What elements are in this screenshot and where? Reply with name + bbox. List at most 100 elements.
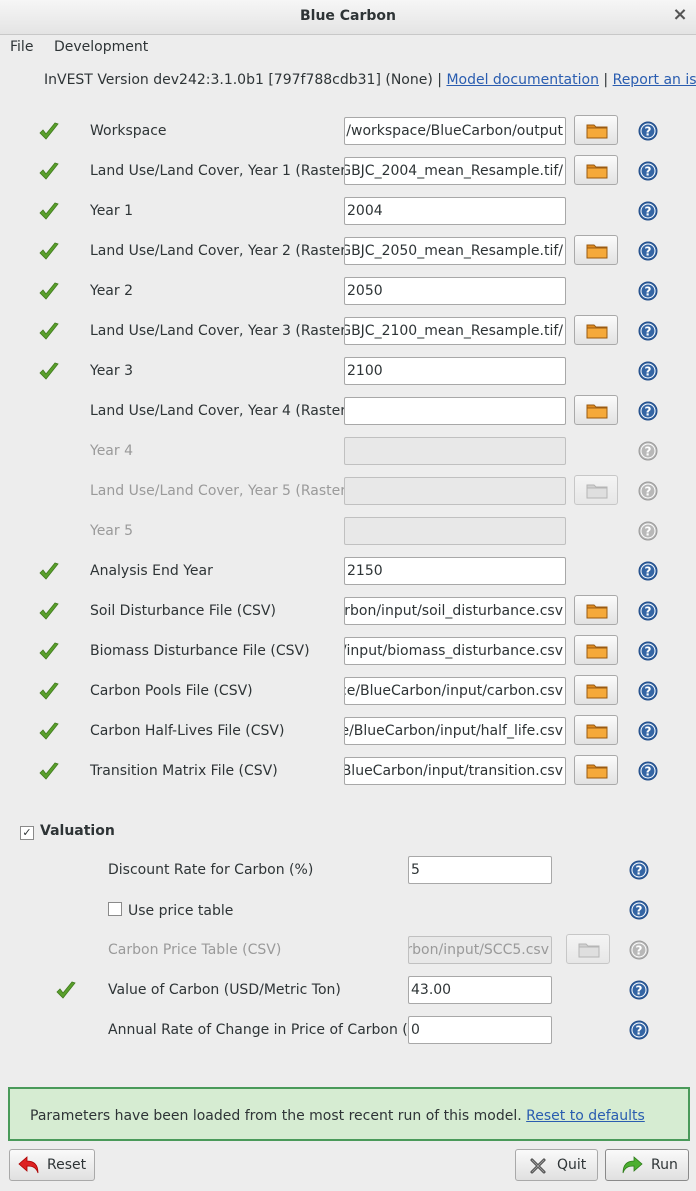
folder-icon[interactable] <box>574 235 618 265</box>
valuation-checkbox[interactable]: ✓ <box>20 826 34 840</box>
field-input[interactable]: ce/BlueCarbon/input/half_life.csv <box>344 717 566 745</box>
valid-check-icon <box>38 121 60 143</box>
report-issue-link[interactable]: Report an issue <box>613 72 696 88</box>
valid-check-icon <box>38 321 60 343</box>
folder-icon[interactable] <box>574 315 618 345</box>
field-input[interactable]: 2004 <box>344 197 566 225</box>
folder-icon[interactable] <box>574 755 618 785</box>
field-label: Workspace <box>90 123 167 139</box>
status-banner: Parameters have been loaded from the mos… <box>8 1087 690 1141</box>
svg-text:?: ? <box>645 645 652 659</box>
help-icon[interactable]: ? <box>629 1020 649 1040</box>
field-input[interactable]: on/input/biomass_disturbance.csv <box>344 637 566 665</box>
svg-text:?: ? <box>645 285 652 299</box>
field-input[interactable] <box>344 397 566 425</box>
status-text: Parameters have been loaded from the mos… <box>30 1108 522 1124</box>
field-label: Land Use/Land Cover, Year 1 (Raster) <box>90 163 352 179</box>
help-icon[interactable]: ? <box>638 361 658 381</box>
svg-text:?: ? <box>645 525 652 539</box>
help-icon[interactable]: ? <box>638 201 658 221</box>
help-icon[interactable]: ? <box>638 641 658 661</box>
form-row: Year 1 2004? <box>0 196 696 228</box>
help-icon[interactable]: ? <box>638 601 658 621</box>
version-separator: | <box>603 72 609 88</box>
folder-icon[interactable] <box>574 715 618 745</box>
field-input[interactable]: 2150 <box>344 557 566 585</box>
folder-icon[interactable] <box>574 635 618 665</box>
form-row: Biomass Disturbance File (CSV) on/input/b… <box>0 635 696 668</box>
discount-rate-input[interactable]: 5 <box>408 856 552 884</box>
menu-file[interactable]: File <box>10 39 33 55</box>
quit-button[interactable]: Quit <box>515 1149 598 1181</box>
help-icon[interactable]: ? <box>638 761 658 781</box>
help-icon[interactable]: ? <box>638 281 658 301</box>
svg-text:?: ? <box>645 605 652 619</box>
use-price-table-toggle[interactable]: Use price table <box>108 902 233 919</box>
carbon-price-table-label: Carbon Price Table (CSV) <box>108 942 282 958</box>
field-input[interactable]: /GBJC_2004_mean_Resample.tif <box>344 157 566 185</box>
form-row: Land Use/Land Cover, Year 2 (Raster)/GBJ… <box>0 235 696 268</box>
help-icon: ? <box>638 481 658 501</box>
help-icon: ? <box>629 940 649 960</box>
folder-icon[interactable] <box>574 395 618 425</box>
field-input[interactable]: ace/BlueCarbon/input/carbon.csv <box>344 677 566 705</box>
close-x-icon <box>530 1158 546 1174</box>
field-input[interactable]: Carbon/input/soil_disturbance.csv <box>344 597 566 625</box>
help-icon[interactable]: ? <box>629 860 649 880</box>
field-input[interactable]: /GBJC_2050_mean_Resample.tif <box>344 237 566 265</box>
valid-check-icon <box>38 601 60 623</box>
value-of-carbon-input[interactable]: 43.00 <box>408 976 552 1004</box>
version-text: InVEST Version dev242:3.1.0b1 [797f788cd… <box>44 72 442 88</box>
folder-icon[interactable] <box>574 155 618 185</box>
svg-text:?: ? <box>636 1024 643 1038</box>
version-line: InVEST Version dev242:3.1.0b1 [797f788cd… <box>44 72 696 88</box>
field-input[interactable]: 2050 <box>344 277 566 305</box>
help-icon[interactable]: ? <box>638 681 658 701</box>
reset-to-defaults-link[interactable]: Reset to defaults <box>526 1108 645 1124</box>
help-icon[interactable]: ? <box>638 241 658 261</box>
run-button-label: Run <box>651 1157 678 1173</box>
reset-button[interactable]: Reset <box>9 1149 95 1181</box>
svg-text:?: ? <box>636 904 643 918</box>
help-icon[interactable]: ? <box>638 721 658 741</box>
discount-rate-row: Discount Rate for Carbon (%) 5 ? <box>0 855 696 887</box>
help-icon[interactable]: ? <box>629 900 649 920</box>
field-input[interactable]: /GBJC_2100_mean_Resample.tif <box>344 317 566 345</box>
folder-icon[interactable] <box>574 595 618 625</box>
form-row: Year 5? <box>0 516 696 548</box>
svg-text:?: ? <box>645 485 652 499</box>
help-icon[interactable]: ? <box>638 401 658 421</box>
model-documentation-link[interactable]: Model documentation <box>446 72 599 88</box>
use-price-table-checkbox[interactable] <box>108 902 122 916</box>
form-row: Land Use/Land Cover, Year 5 (Raster)? <box>0 475 696 508</box>
help-icon[interactable]: ? <box>638 121 658 141</box>
field-input[interactable]: 2100 <box>344 357 566 385</box>
undo-arrow-icon <box>18 1156 39 1174</box>
field-label: Land Use/Land Cover, Year 3 (Raster) <box>90 323 352 339</box>
field-input[interactable]: ll/workspace/BlueCarbon/output <box>344 117 566 145</box>
field-label: Year 3 <box>90 363 133 379</box>
folder-icon[interactable] <box>574 675 618 705</box>
valuation-toggle[interactable]: ✓ Valuation <box>20 823 115 840</box>
svg-text:?: ? <box>645 325 652 339</box>
form-row: Land Use/Land Cover, Year 4 (Raster)? <box>0 395 696 428</box>
help-icon[interactable]: ? <box>629 980 649 1000</box>
svg-text:?: ? <box>645 725 652 739</box>
valid-check-icon <box>38 681 60 703</box>
svg-text:?: ? <box>645 125 652 139</box>
field-label: Analysis End Year <box>90 563 213 579</box>
help-icon[interactable]: ? <box>638 561 658 581</box>
field-input[interactable]: e/BlueCarbon/input/transition.csv <box>344 757 566 785</box>
help-icon[interactable]: ? <box>638 161 658 181</box>
help-icon[interactable]: ? <box>638 321 658 341</box>
form-row: Analysis End Year 2150? <box>0 556 696 588</box>
form-row: Year 3 2100? <box>0 356 696 388</box>
run-button[interactable]: Run <box>605 1149 689 1181</box>
folder-icon[interactable] <box>574 115 618 145</box>
svg-text:?: ? <box>645 405 652 419</box>
menu-development[interactable]: Development <box>54 39 148 55</box>
svg-text:?: ? <box>636 864 643 878</box>
window-close-icon[interactable]: × <box>670 4 690 26</box>
annual-rate-row: Annual Rate of Change in Price of Carbon… <box>0 1015 696 1047</box>
annual-rate-input[interactable]: 0 <box>408 1016 552 1044</box>
